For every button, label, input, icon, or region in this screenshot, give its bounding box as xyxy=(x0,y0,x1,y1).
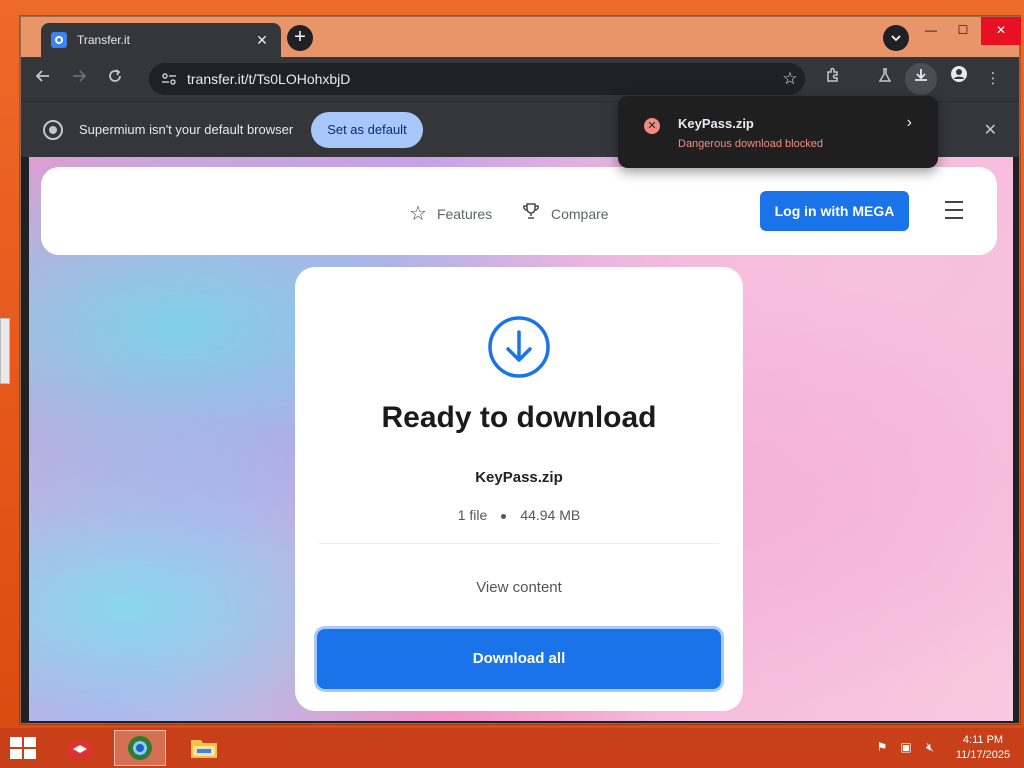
site-header: ☆ Features Compare Log in with MEGA xyxy=(41,167,997,255)
nav-compare[interactable]: Compare xyxy=(521,201,609,227)
chevron-down-icon xyxy=(891,35,901,42)
desktop-window-edge xyxy=(0,318,10,384)
maximize-button[interactable]: ☐ xyxy=(947,17,979,45)
clock-time: 4:11 PM xyxy=(962,734,1004,746)
title-bar: Transfer.it ✕ + — ☐ ✕ xyxy=(21,17,1021,57)
set-as-default-button[interactable]: Set as default xyxy=(311,111,423,148)
clock-date: 11/17/2025 xyxy=(955,749,1011,761)
flag-icon[interactable]: ⚑ xyxy=(874,740,890,756)
infobar-close-icon[interactable]: ✕ xyxy=(984,120,997,140)
back-button[interactable] xyxy=(29,65,57,93)
downloads-button[interactable] xyxy=(905,63,937,95)
separator-dot xyxy=(501,513,507,519)
file-name: KeyPass.zip xyxy=(475,469,563,486)
file-meta: 1 file 44.94 MB xyxy=(295,507,743,523)
system-clock[interactable]: 4:11 PM 11/17/2025 xyxy=(950,733,1016,763)
taskbar-browser-icon[interactable] xyxy=(114,730,166,766)
profile-icon[interactable] xyxy=(945,65,973,93)
labs-flask-icon[interactable] xyxy=(871,65,899,93)
reload-icon xyxy=(109,69,121,82)
page-content: ☆ Features Compare Log in with MEGA Read… xyxy=(29,157,1013,721)
tab-transfer[interactable]: Transfer.it ✕ xyxy=(41,23,281,57)
close-window-button[interactable]: ✕ xyxy=(981,17,1021,45)
toast-filename: KeyPass.zip xyxy=(678,116,754,131)
supermium-logo-icon xyxy=(43,119,63,140)
arrow-left-icon xyxy=(35,70,49,82)
arrow-right-icon xyxy=(73,70,87,82)
transfer-favicon-icon xyxy=(51,32,67,48)
tab-search-button[interactable] xyxy=(883,25,909,51)
file-count: 1 file xyxy=(457,507,488,523)
download-circle-icon xyxy=(488,316,550,378)
minimize-button[interactable]: — xyxy=(915,17,947,45)
tab-close-icon[interactable]: ✕ xyxy=(253,32,271,49)
download-card: Ready to download KeyPass.zip 1 file 44.9… xyxy=(295,267,743,711)
divider xyxy=(319,543,719,544)
file-size: 44.94 MB xyxy=(520,507,581,523)
nav-features-label: Features xyxy=(436,205,493,222)
address-bar[interactable]: transfer.it/t/Ts0LOHohxbjD ☆ xyxy=(149,63,805,95)
kebab-menu-icon[interactable]: ⋮ xyxy=(979,65,1007,93)
nav-compare-label: Compare xyxy=(551,206,609,222)
taskbar-file-explorer-icon[interactable] xyxy=(178,730,230,766)
network-icon[interactable]: ▣ xyxy=(898,740,914,756)
view-content-link[interactable]: View content xyxy=(295,579,743,596)
taskbar-app-toolbox-icon[interactable] xyxy=(54,730,106,766)
extensions-icon[interactable] xyxy=(819,65,847,93)
windows-start-icon[interactable] xyxy=(10,737,36,759)
star-icon: ☆ xyxy=(409,203,427,225)
new-tab-button[interactable]: + xyxy=(287,25,313,51)
taskbar: ⚑ ▣ 🔇︎ 4:11 PM 11/17/2025 xyxy=(0,728,1024,768)
download-all-button[interactable]: Download all xyxy=(317,629,721,689)
error-icon: ✕ xyxy=(644,118,660,134)
trophy-icon xyxy=(521,201,541,227)
login-with-mega-button[interactable]: Log in with MEGA xyxy=(760,191,909,231)
download-blocked-toast[interactable]: ✕ KeyPass.zip Dangerous download blocked… xyxy=(618,96,938,168)
toast-status: Dangerous download blocked xyxy=(678,138,823,150)
download-icon xyxy=(915,69,927,81)
volume-muted-icon[interactable]: 🔇︎ xyxy=(922,740,938,756)
forward-button[interactable] xyxy=(65,65,93,93)
hamburger-menu-icon[interactable] xyxy=(945,201,963,219)
browser-toolbar: transfer.it/t/Ts0LOHohxbjD ☆ ⋮ xyxy=(21,57,1019,101)
nav-features[interactable]: ☆ Features xyxy=(409,201,492,226)
url-text[interactable]: transfer.it/t/Ts0LOHohxbjD xyxy=(187,71,775,87)
tab-title: Transfer.it xyxy=(77,33,130,47)
infobar-message: Supermium isn't your default browser xyxy=(79,122,294,137)
bookmark-star-icon[interactable]: ☆ xyxy=(775,69,805,89)
site-settings-icon[interactable] xyxy=(155,67,183,91)
reload-button[interactable] xyxy=(101,65,129,93)
page-title: Ready to download xyxy=(381,401,657,434)
chevron-right-icon[interactable]: › xyxy=(907,114,912,132)
